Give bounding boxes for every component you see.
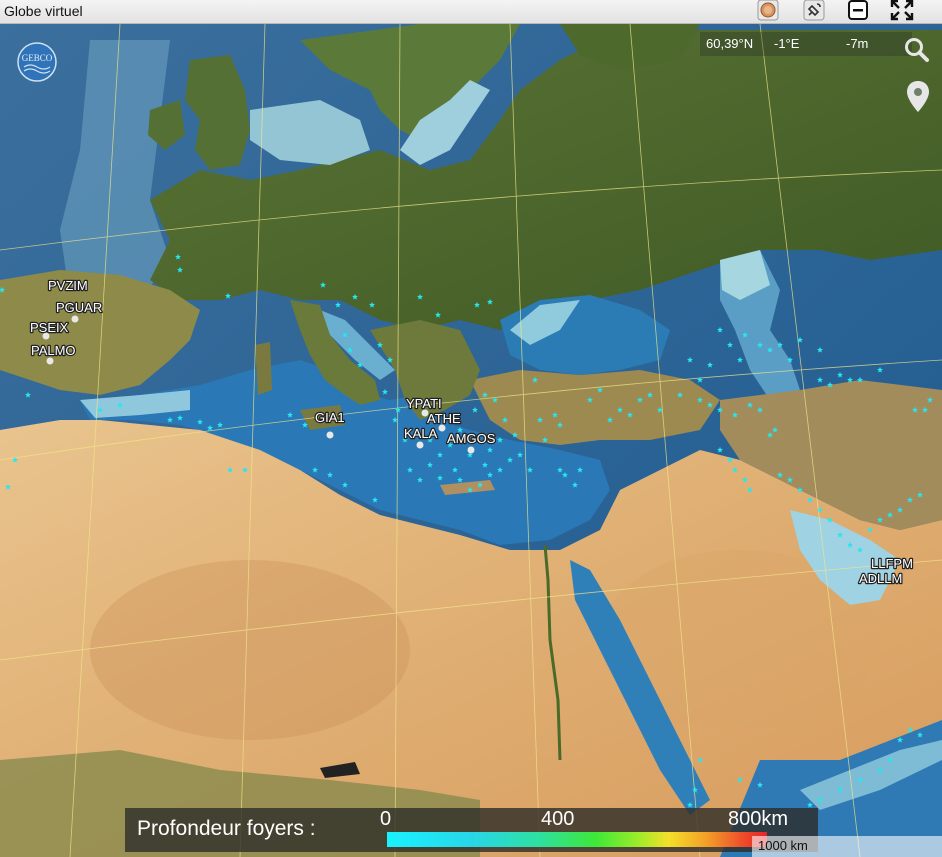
station-label: LLFPM bbox=[871, 556, 913, 571]
desert-dark-patch bbox=[90, 560, 410, 740]
station-marker[interactable] bbox=[416, 441, 424, 449]
station-label: PALMO bbox=[31, 343, 76, 358]
gebco-logo[interactable]: GEBCO bbox=[17, 42, 57, 82]
station-label: ATHE bbox=[427, 411, 461, 426]
station-label: YPATI bbox=[406, 396, 442, 411]
station-label: KALA bbox=[404, 426, 438, 441]
satellite-button[interactable] bbox=[802, 0, 826, 25]
longitude-value: -1°E bbox=[774, 36, 800, 51]
window-title: Globe virtuel bbox=[4, 3, 83, 19]
sardinia bbox=[255, 342, 272, 395]
station-label: ADLLM bbox=[859, 571, 902, 586]
legend-title: Profondeur foyers : bbox=[137, 817, 316, 840]
scale-label: 1000 km bbox=[758, 838, 808, 853]
globe-circle-icon bbox=[757, 0, 779, 25]
station-label: GIA1 bbox=[315, 410, 345, 425]
legend-tick: 400 bbox=[541, 808, 575, 830]
fullscreen-button[interactable] bbox=[889, 0, 915, 25]
minus-box-icon bbox=[847, 0, 869, 25]
depth-color-bar bbox=[387, 832, 767, 847]
scale-bar: 1000 km bbox=[752, 836, 942, 857]
satellite-icon bbox=[803, 0, 825, 25]
station-marker[interactable] bbox=[46, 357, 54, 365]
legend-tick: 0 bbox=[380, 808, 392, 830]
gebco-logo-text: GEBCO bbox=[22, 53, 53, 63]
depth-legend: Profondeur foyers : 0 400 800km bbox=[125, 808, 818, 852]
legend-tick: 800km bbox=[728, 808, 789, 830]
search-icon bbox=[904, 38, 930, 67]
coordinate-readout: 60,39°N -1°E -7m bbox=[700, 32, 912, 56]
station-label: PGUAR bbox=[56, 300, 102, 315]
station-marker[interactable] bbox=[71, 315, 79, 323]
minimize-button[interactable] bbox=[846, 0, 870, 25]
search-button[interactable] bbox=[904, 37, 930, 67]
station-marker[interactable] bbox=[326, 431, 334, 439]
depth-value: -7m bbox=[846, 36, 869, 51]
globe-map[interactable]: PVZIM PGUAR PSEIX PALMO GIA1 YPATI ATHE … bbox=[0, 24, 942, 857]
window-titlebar: Globe virtuel bbox=[0, 0, 942, 24]
station-label: PSEIX bbox=[30, 320, 69, 335]
station-marker[interactable] bbox=[467, 446, 475, 454]
latitude-value: 60,39°N bbox=[706, 36, 754, 51]
location-marker-button[interactable] bbox=[906, 80, 930, 118]
station-label: PVZIM bbox=[48, 278, 88, 293]
expand-arrows-icon bbox=[890, 0, 914, 25]
location-pin-icon bbox=[906, 81, 930, 118]
station-label: AMGOS bbox=[447, 431, 496, 446]
layers-button[interactable] bbox=[756, 0, 780, 25]
